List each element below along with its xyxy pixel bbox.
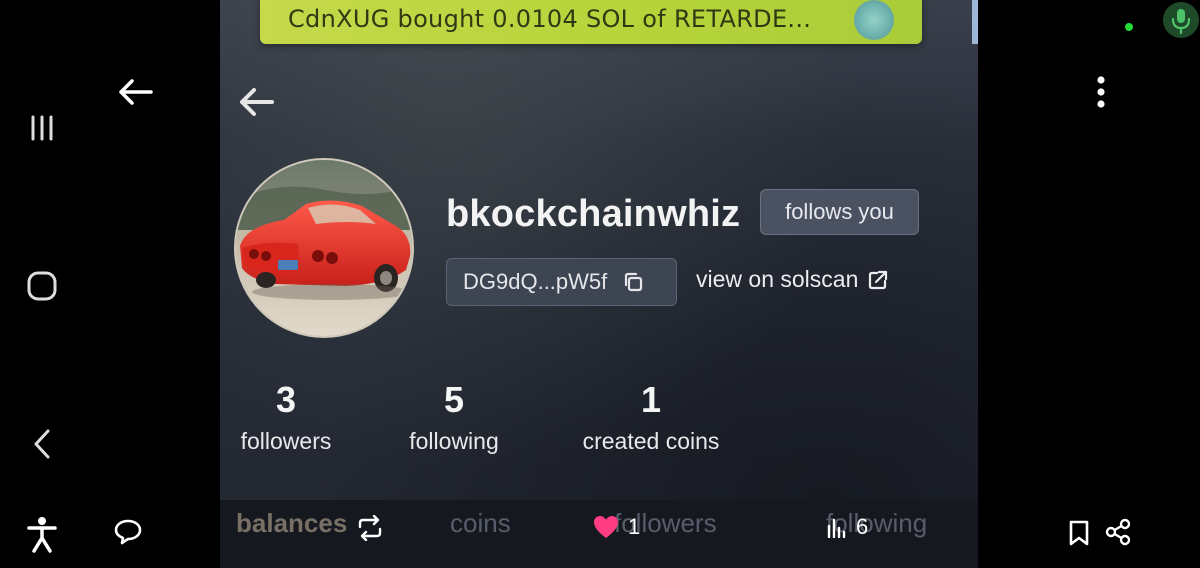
more-vertical-icon[interactable]	[1086, 72, 1116, 112]
repost-icon	[356, 514, 384, 542]
bookmark-icon[interactable]	[1062, 516, 1096, 550]
external-link-icon	[866, 268, 890, 292]
like-button[interactable]: 1	[592, 514, 640, 540]
status-dot-icon	[1124, 22, 1134, 32]
followers-count: 3	[275, 379, 297, 420]
followers-label: followers	[240, 428, 332, 454]
created-coins-stat[interactable]: 1 created coins	[572, 382, 730, 455]
views-count: 6	[856, 514, 869, 539]
copy-icon[interactable]	[621, 270, 645, 294]
profile-avatar[interactable]	[234, 158, 414, 338]
follows-you-badge: follows you	[760, 189, 919, 235]
mic-icon	[1162, 0, 1200, 40]
recents-icon[interactable]	[22, 108, 62, 148]
created-coins-label: created coins	[582, 428, 720, 454]
right-system-rail	[978, 0, 1200, 568]
coin-avatar-icon	[854, 0, 894, 40]
following-label: following	[409, 428, 499, 454]
heart-icon	[592, 514, 620, 540]
phone-screen: CdnXUG bought 0.0104 SOL of RETARDE... b…	[220, 0, 978, 568]
wallet-address: DG9dQ...pW5f	[463, 269, 608, 294]
repost-button[interactable]	[356, 514, 384, 542]
speech-bubble-icon[interactable]	[108, 512, 148, 552]
following-stat[interactable]: 5 following	[400, 382, 508, 455]
tab-coins[interactable]: coins	[450, 508, 511, 539]
created-coins-count: 1	[640, 379, 662, 420]
wallet-address-chip[interactable]: DG9dQ...pW5f	[446, 258, 677, 306]
trade-notification-text: CdnXUG bought 0.0104 SOL of RETARDE...	[288, 5, 812, 33]
followers-stat[interactable]: 3 followers	[234, 382, 338, 455]
home-icon[interactable]	[20, 264, 64, 308]
trade-notification[interactable]: CdnXUG bought 0.0104 SOL of RETARDE...	[260, 0, 922, 44]
following-count: 5	[443, 379, 465, 420]
username: bkockchainwhiz	[446, 193, 741, 235]
views-indicator[interactable]: 6	[826, 514, 868, 540]
back-arrow-icon[interactable]	[234, 80, 278, 124]
view-on-solscan-label: view on solscan	[696, 266, 859, 292]
bar-chart-icon	[826, 515, 848, 539]
left-system-rail	[0, 0, 220, 568]
share-icon[interactable]	[1100, 514, 1136, 550]
like-count: 1	[628, 514, 641, 539]
accessibility-icon[interactable]	[20, 512, 64, 556]
chevron-left-icon[interactable]	[22, 424, 62, 464]
view-on-solscan-link[interactable]: view on solscan	[696, 266, 890, 293]
tab-balances[interactable]: balances	[236, 508, 347, 539]
arrow-left-icon[interactable]	[112, 72, 158, 112]
